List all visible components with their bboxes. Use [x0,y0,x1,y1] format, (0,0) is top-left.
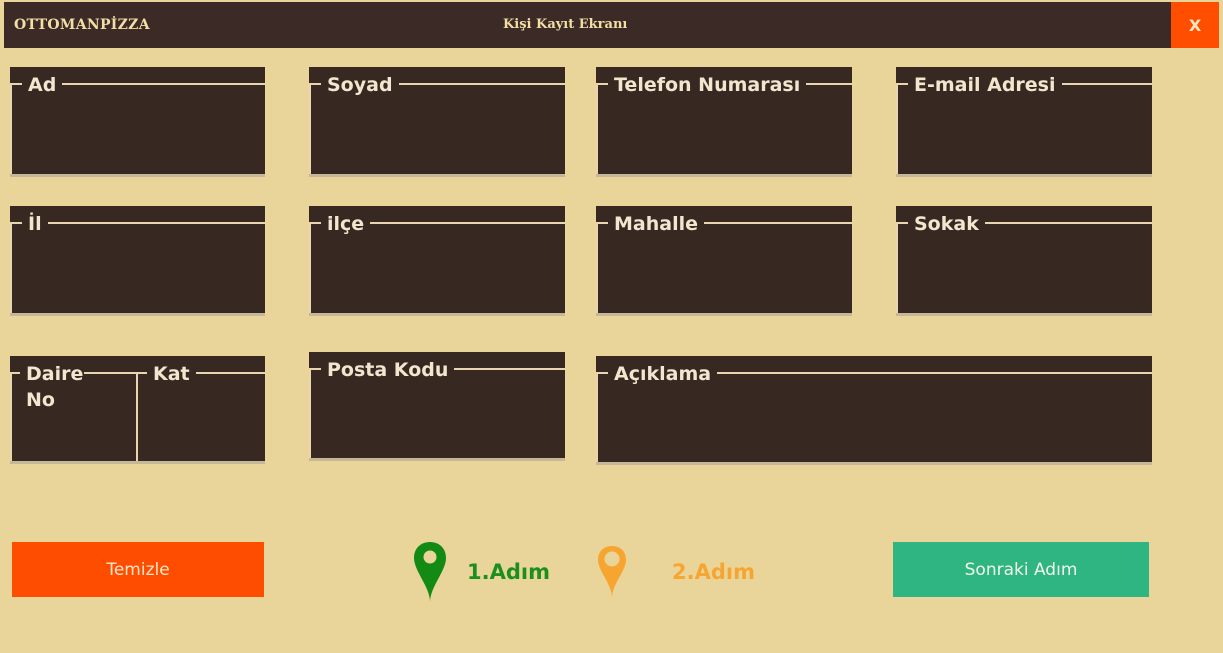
sokak-field: Sokak [896,206,1152,316]
kat-input[interactable] [147,392,257,453]
clear-button[interactable]: Temizle [12,542,264,597]
field-divider [136,372,138,461]
mahalle-label: Mahalle [608,211,704,237]
email-input[interactable] [906,103,1142,166]
aciklama-field: Açıklama [596,356,1152,465]
ad-field: Ad [10,67,265,177]
step-2-indicator: 2.Adım [597,540,755,604]
soyad-input[interactable] [319,103,555,166]
ad-label: Ad [22,72,63,98]
sokak-input[interactable] [906,242,1142,305]
daire-no-label: Daire No [20,361,84,413]
posta-kodu-label: Posta Kodu [321,357,455,383]
email-label: E-mail Adresi [908,72,1062,98]
title-bar: OTTOMANPİZZA Kişi Kayıt Ekranı X [4,2,1219,48]
step-1-indicator: 1.Adım [413,540,550,604]
mahalle-input[interactable] [606,242,842,305]
telefon-field: Telefon Numarası [596,67,852,177]
email-field: E-mail Adresi [896,67,1152,177]
ad-input[interactable] [20,103,255,166]
daire-kat-group: Daire No Kat [10,356,265,464]
aciklama-label: Açıklama [608,361,718,387]
sokak-label: Sokak [908,211,985,237]
aciklama-input[interactable] [606,392,1142,454]
kat-field: Kat [137,356,265,464]
il-field: İl [10,206,265,316]
mahalle-field: Mahalle [596,206,852,316]
close-button[interactable]: X [1171,2,1219,48]
daire-no-input[interactable] [20,426,130,453]
map-pin-outline-icon [598,546,626,598]
window-title: Kişi Kayıt Ekranı [503,17,628,32]
telefon-input[interactable] [606,103,842,166]
kat-label: Kat [147,361,196,387]
step-2-label: 2.Adım [672,560,755,584]
telefon-label: Telefon Numarası [608,72,807,98]
field-border [10,372,12,461]
soyad-label: Soyad [321,72,399,98]
il-input[interactable] [20,242,255,305]
ilce-input[interactable] [319,242,555,305]
daire-no-field: Daire No [10,356,138,464]
step-1-label: 1.Adım [467,560,550,584]
next-step-button[interactable]: Sonraki Adım [893,542,1149,597]
il-label: İl [22,211,48,237]
posta-kodu-input[interactable] [319,388,555,450]
posta-kodu-field: Posta Kodu [309,352,565,461]
ilce-field: ilçe [309,206,565,316]
soyad-field: Soyad [309,67,565,177]
ilce-label: ilçe [321,211,371,237]
app-name: OTTOMANPİZZA [14,17,150,33]
map-pin-filled-icon [414,542,446,602]
